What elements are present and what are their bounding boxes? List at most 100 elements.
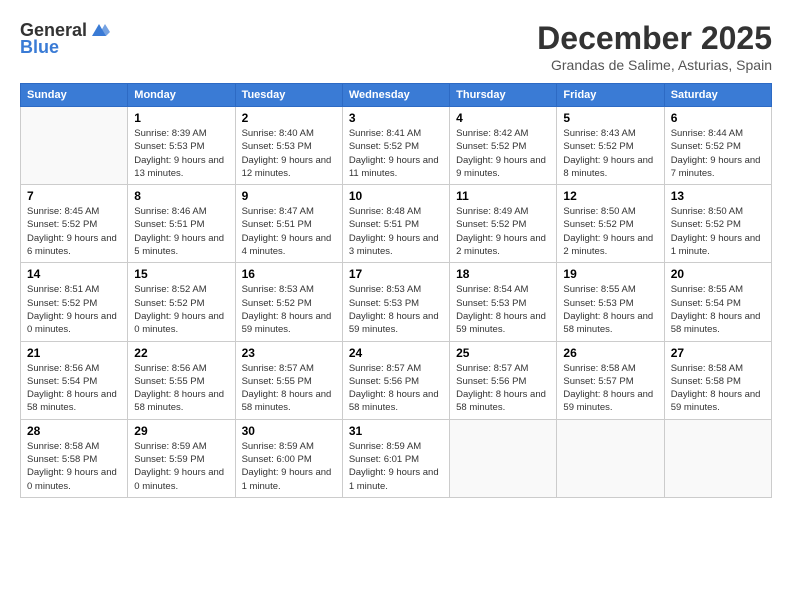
- day-of-week-header: Saturday: [664, 84, 771, 107]
- day-number: 31: [349, 424, 443, 438]
- day-info: Sunrise: 8:48 AMSunset: 5:51 PMDaylight:…: [349, 205, 443, 258]
- day-number: 11: [456, 189, 550, 203]
- calendar-day-cell: [450, 419, 557, 497]
- day-info: Sunrise: 8:45 AMSunset: 5:52 PMDaylight:…: [27, 205, 121, 258]
- calendar-day-cell: 23 Sunrise: 8:57 AMSunset: 5:55 PMDayligh…: [235, 341, 342, 419]
- day-info: Sunrise: 8:58 AMSunset: 5:58 PMDaylight:…: [671, 362, 765, 415]
- calendar-day-cell: 10 Sunrise: 8:48 AMSunset: 5:51 PMDayligh…: [342, 185, 449, 263]
- day-of-week-header: Thursday: [450, 84, 557, 107]
- calendar-day-cell: 28 Sunrise: 8:58 AMSunset: 5:58 PMDayligh…: [21, 419, 128, 497]
- day-number: 30: [242, 424, 336, 438]
- day-number: 20: [671, 267, 765, 281]
- logo-blue: Blue: [20, 37, 59, 58]
- day-info: Sunrise: 8:53 AMSunset: 5:52 PMDaylight:…: [242, 283, 336, 336]
- day-number: 8: [134, 189, 228, 203]
- day-of-week-header: Sunday: [21, 84, 128, 107]
- day-info: Sunrise: 8:54 AMSunset: 5:53 PMDaylight:…: [456, 283, 550, 336]
- calendar-day-cell: 9 Sunrise: 8:47 AMSunset: 5:51 PMDaylight…: [235, 185, 342, 263]
- calendar-day-cell: 3 Sunrise: 8:41 AMSunset: 5:52 PMDaylight…: [342, 107, 449, 185]
- day-number: 6: [671, 111, 765, 125]
- calendar-day-cell: 6 Sunrise: 8:44 AMSunset: 5:52 PMDaylight…: [664, 107, 771, 185]
- calendar-week-row: 21 Sunrise: 8:56 AMSunset: 5:54 PMDayligh…: [21, 341, 772, 419]
- calendar-day-cell: 14 Sunrise: 8:51 AMSunset: 5:52 PMDayligh…: [21, 263, 128, 341]
- day-of-week-header: Friday: [557, 84, 664, 107]
- day-number: 5: [563, 111, 657, 125]
- calendar-day-cell: [557, 419, 664, 497]
- day-number: 15: [134, 267, 228, 281]
- calendar-week-row: 1 Sunrise: 8:39 AMSunset: 5:53 PMDaylight…: [21, 107, 772, 185]
- day-info: Sunrise: 8:56 AMSunset: 5:55 PMDaylight:…: [134, 362, 228, 415]
- calendar-day-cell: 25 Sunrise: 8:57 AMSunset: 5:56 PMDayligh…: [450, 341, 557, 419]
- day-info: Sunrise: 8:53 AMSunset: 5:53 PMDaylight:…: [349, 283, 443, 336]
- day-number: 21: [27, 346, 121, 360]
- calendar-table: SundayMondayTuesdayWednesdayThursdayFrid…: [20, 83, 772, 498]
- day-of-week-header: Monday: [128, 84, 235, 107]
- day-info: Sunrise: 8:57 AMSunset: 5:56 PMDaylight:…: [456, 362, 550, 415]
- day-number: 24: [349, 346, 443, 360]
- calendar-day-cell: 8 Sunrise: 8:46 AMSunset: 5:51 PMDaylight…: [128, 185, 235, 263]
- day-info: Sunrise: 8:43 AMSunset: 5:52 PMDaylight:…: [563, 127, 657, 180]
- calendar-day-cell: 21 Sunrise: 8:56 AMSunset: 5:54 PMDayligh…: [21, 341, 128, 419]
- day-number: 9: [242, 189, 336, 203]
- header: General Blue December 2025 Grandas de Sa…: [20, 20, 772, 73]
- calendar-day-cell: 22Sunrise: 8:56 AMSunset: 5:55 PMDayligh…: [128, 341, 235, 419]
- day-info: Sunrise: 8:46 AMSunset: 5:51 PMDaylight:…: [134, 205, 228, 258]
- day-info: Sunrise: 8:59 AMSunset: 5:59 PMDaylight:…: [134, 440, 228, 493]
- day-info: Sunrise: 8:59 AMSunset: 6:01 PMDaylight:…: [349, 440, 443, 493]
- title-area: December 2025 Grandas de Salime, Asturia…: [537, 20, 772, 73]
- day-info: Sunrise: 8:50 AMSunset: 5:52 PMDaylight:…: [671, 205, 765, 258]
- day-number: 27: [671, 346, 765, 360]
- calendar-day-cell: [21, 107, 128, 185]
- day-info: Sunrise: 8:51 AMSunset: 5:52 PMDaylight:…: [27, 283, 121, 336]
- calendar-day-cell: 13Sunrise: 8:50 AMSunset: 5:52 PMDayligh…: [664, 185, 771, 263]
- calendar-day-cell: 15Sunrise: 8:52 AMSunset: 5:52 PMDayligh…: [128, 263, 235, 341]
- day-info: Sunrise: 8:50 AMSunset: 5:52 PMDaylight:…: [563, 205, 657, 258]
- day-info: Sunrise: 8:44 AMSunset: 5:52 PMDaylight:…: [671, 127, 765, 180]
- day-number: 4: [456, 111, 550, 125]
- calendar-day-cell: 5 Sunrise: 8:43 AMSunset: 5:52 PMDaylight…: [557, 107, 664, 185]
- location-title: Grandas de Salime, Asturias, Spain: [537, 57, 772, 73]
- day-number: 7: [27, 189, 121, 203]
- calendar-day-cell: 29 Sunrise: 8:59 AMSunset: 5:59 PMDayligh…: [128, 419, 235, 497]
- day-number: 14: [27, 267, 121, 281]
- calendar-day-cell: 7 Sunrise: 8:45 AMSunset: 5:52 PMDaylight…: [21, 185, 128, 263]
- day-info: Sunrise: 8:56 AMSunset: 5:54 PMDaylight:…: [27, 362, 121, 415]
- logo: General Blue: [20, 20, 110, 58]
- calendar-day-cell: [664, 419, 771, 497]
- calendar-week-row: 7 Sunrise: 8:45 AMSunset: 5:52 PMDaylight…: [21, 185, 772, 263]
- calendar-day-cell: 20 Sunrise: 8:55 AMSunset: 5:54 PMDayligh…: [664, 263, 771, 341]
- day-of-week-header: Tuesday: [235, 84, 342, 107]
- day-info: Sunrise: 8:41 AMSunset: 5:52 PMDaylight:…: [349, 127, 443, 180]
- day-number: 1: [134, 111, 228, 125]
- day-number: 2: [242, 111, 336, 125]
- day-info: Sunrise: 8:39 AMSunset: 5:53 PMDaylight:…: [134, 127, 228, 180]
- day-number: 28: [27, 424, 121, 438]
- day-number: 19: [563, 267, 657, 281]
- day-info: Sunrise: 8:40 AMSunset: 5:53 PMDaylight:…: [242, 127, 336, 180]
- day-info: Sunrise: 8:55 AMSunset: 5:54 PMDaylight:…: [671, 283, 765, 336]
- calendar-day-cell: 18Sunrise: 8:54 AMSunset: 5:53 PMDayligh…: [450, 263, 557, 341]
- calendar-day-cell: 19Sunrise: 8:55 AMSunset: 5:53 PMDayligh…: [557, 263, 664, 341]
- day-number: 10: [349, 189, 443, 203]
- day-info: Sunrise: 8:58 AMSunset: 5:58 PMDaylight:…: [27, 440, 121, 493]
- calendar-header-row: SundayMondayTuesdayWednesdayThursdayFrid…: [21, 84, 772, 107]
- day-info: Sunrise: 8:47 AMSunset: 5:51 PMDaylight:…: [242, 205, 336, 258]
- month-title: December 2025: [537, 20, 772, 57]
- day-number: 23: [242, 346, 336, 360]
- calendar-day-cell: 26Sunrise: 8:58 AMSunset: 5:57 PMDayligh…: [557, 341, 664, 419]
- calendar-week-row: 28 Sunrise: 8:58 AMSunset: 5:58 PMDayligh…: [21, 419, 772, 497]
- day-number: 16: [242, 267, 336, 281]
- calendar-day-cell: 11Sunrise: 8:49 AMSunset: 5:52 PMDayligh…: [450, 185, 557, 263]
- day-number: 29: [134, 424, 228, 438]
- calendar-day-cell: 16 Sunrise: 8:53 AMSunset: 5:52 PMDayligh…: [235, 263, 342, 341]
- calendar-day-cell: 1 Sunrise: 8:39 AMSunset: 5:53 PMDaylight…: [128, 107, 235, 185]
- day-info: Sunrise: 8:57 AMSunset: 5:55 PMDaylight:…: [242, 362, 336, 415]
- calendar-day-cell: 30 Sunrise: 8:59 AMSunset: 6:00 PMDayligh…: [235, 419, 342, 497]
- day-number: 26: [563, 346, 657, 360]
- day-info: Sunrise: 8:59 AMSunset: 6:00 PMDaylight:…: [242, 440, 336, 493]
- calendar-day-cell: 24 Sunrise: 8:57 AMSunset: 5:56 PMDayligh…: [342, 341, 449, 419]
- day-number: 12: [563, 189, 657, 203]
- day-info: Sunrise: 8:57 AMSunset: 5:56 PMDaylight:…: [349, 362, 443, 415]
- day-number: 3: [349, 111, 443, 125]
- day-number: 25: [456, 346, 550, 360]
